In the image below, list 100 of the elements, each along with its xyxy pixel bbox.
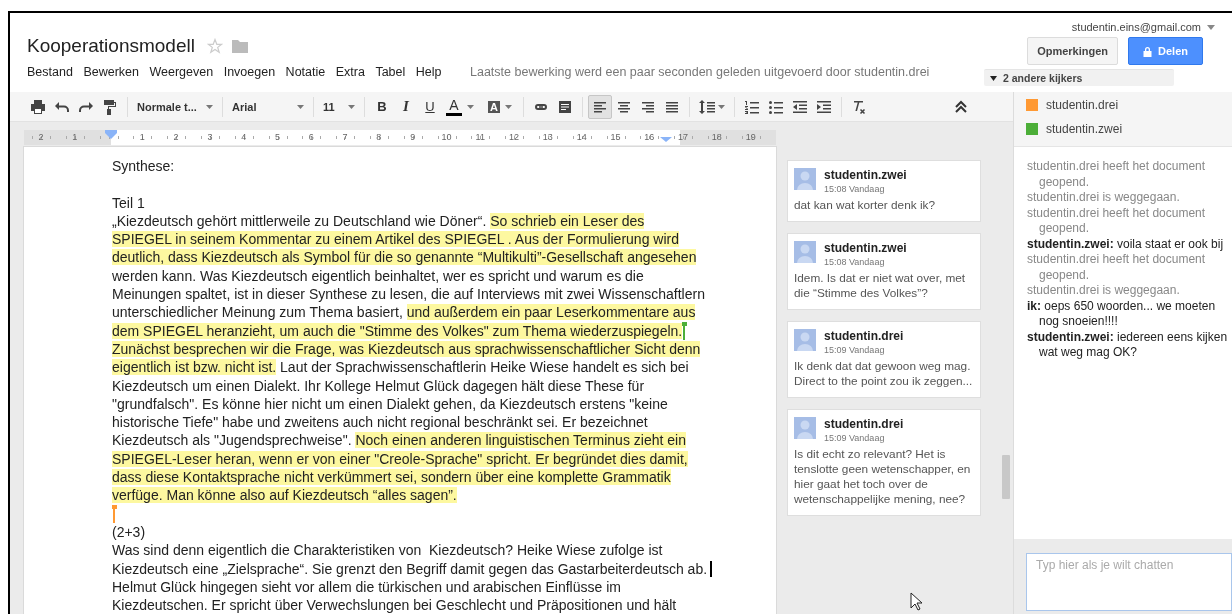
text-line: Kiezdeutsch als "Jugendsprechweise". Noch einen anderen linguistischen Terminus zieht ein — [112, 431, 686, 450]
text-line: unterschiedlicher Meinung zum Thema basiert, und außerdem ein paar Leserkommentare aus — [112, 303, 696, 322]
comment-card[interactable]: studentin.drei 15:09 Vandaag Is dit echt zo relevant? Het is tenslotte geen wetenschapper, en hier gaat het toch over de wetenschappelijke mening, nee? — [787, 409, 981, 516]
avatar-icon — [794, 241, 816, 263]
avatar-icon — [794, 329, 816, 351]
comment-time: 15:09 Vandaag — [824, 344, 886, 356]
mouse-pointer-icon — [910, 592, 922, 611]
bulleted-list-icon — [768, 98, 784, 115]
text-line: Helmut Glück hingegen sieht vor allem die türkischen und arabischen Einflüsse im — [112, 577, 621, 597]
ruler-number: 4 — [240, 132, 248, 142]
menu-item[interactable]: Tabel — [375, 65, 406, 79]
menu-item[interactable]: Invoegen — [223, 65, 276, 79]
star-icon[interactable] — [206, 38, 223, 54]
ruler-number: 7 — [341, 132, 349, 142]
text-line: Kiezdeutsch eine „Zielsprache“. Sie grenzt den Begriff damit gegen das Gastarbeiterdeutsch ab. — [112, 559, 708, 578]
ruler-number: 17 — [677, 132, 690, 142]
comment-author: studentin.zwei — [824, 168, 907, 183]
collapse-icon — [953, 98, 969, 115]
print-icon — [30, 98, 46, 115]
highlight-color-button[interactable]: A — [484, 94, 518, 119]
line-spacing-icon — [699, 98, 715, 115]
chat-input[interactable]: Typ hier als je wilt chatten — [1026, 553, 1232, 611]
caret-down-icon — [206, 104, 213, 109]
align-left-button[interactable] — [588, 94, 612, 119]
paint-roller-icon — [102, 98, 118, 115]
text-line: „Kiezdeutsch gehört mittlerweile zu Deutschland wie Döner“. So schrieb ein Leser des — [112, 211, 645, 231]
text-line: Kiezdeutschen. Er spricht über Verwechslungen bei Geschlecht und Präpositionen und hält — [112, 596, 677, 614]
caret-down-icon — [467, 104, 474, 109]
text-line: Was sind denn eigentlich die Charakteristiken von Kiezdeutsch? Heike Wiese zufolge ist — [112, 541, 663, 560]
ruler-number: 2 — [172, 132, 180, 142]
caret-down-icon[interactable] — [1207, 24, 1215, 30]
ruler-number: 9 — [409, 132, 417, 142]
comment-icon — [557, 98, 573, 115]
comment-card[interactable]: studentin.drei 15:09 Vandaag Ik denk dat dat gewoon weg mag. Direct to the point zou ik zeggen... — [787, 321, 981, 398]
last-edit-notice: Laatste bewerking werd een paar seconden geleden uitgevoerd door studentin.drei — [470, 65, 930, 79]
indent-marker-icon[interactable] — [105, 130, 117, 139]
menu-item[interactable]: Bestand — [27, 65, 73, 79]
scrollbar-thumb[interactable] — [1002, 455, 1010, 499]
text-line: historische Tiefe" habe und zweitens auch nicht regional beschränkt sei. Er bezeichnet — [112, 413, 648, 432]
menu-item[interactable]: Extra — [335, 65, 365, 79]
text-color-button[interactable]: A — [442, 94, 484, 119]
viewers-toggle[interactable]: 2 andere kijkers — [984, 69, 1174, 86]
ruler-number: 14 — [575, 132, 588, 142]
comment-author: studentin.drei — [824, 417, 904, 432]
font-dropdown[interactable]: Arial — [228, 94, 308, 119]
menu-item[interactable]: Weergeven — [149, 65, 214, 79]
chat-notice: studentin.drei is weggegaan. — [1027, 190, 1181, 206]
font-size-dropdown[interactable]: 11 — [319, 94, 359, 119]
comment-card[interactable]: studentin.zwei 15:08 Vandaag dat kan wat korter denk ik? — [787, 160, 981, 222]
menu-item[interactable]: Help — [415, 65, 442, 79]
ruler-number: 1 — [138, 132, 146, 142]
document-title[interactable]: Kooperationsmodell — [27, 35, 195, 57]
comment-text: Ik denk dat dat gewoon weg mag. Direct to the point zou ik zeggen... — [794, 359, 974, 389]
caret-down-icon — [718, 104, 725, 109]
text-line: eigentlich ist bzw. nicht ist. Laut der Sprachwissenschaftlerin Heike Wiese handelt es sich bei — [112, 358, 689, 377]
text-line: Teil 1 — [112, 193, 145, 212]
comment-time: 15:09 Vandaag — [824, 432, 886, 444]
lock-icon — [1143, 45, 1153, 57]
menu-item[interactable]: Bewerken — [83, 65, 139, 79]
comment-card[interactable]: studentin.zwei 15:08 Vandaag Idem. Is dat er niet wat over, met die “Stimme des Volkes”? — [787, 233, 981, 310]
comment-time: 15:08 Vandaag — [824, 183, 886, 195]
decrease-indent-icon — [792, 98, 808, 115]
ruler-number: 1 — [71, 132, 79, 142]
chat-message: ik: oeps 650 woorden... we moeten nog snoeien!!!! — [1027, 298, 1217, 330]
style-dropdown[interactable]: Normale t... — [133, 94, 217, 119]
menu-item[interactable]: Notatie — [285, 65, 326, 79]
comment-time: 15:08 Vandaag — [824, 256, 886, 268]
text-line: Synthese: — [112, 157, 175, 176]
underline-button[interactable]: U — [418, 94, 442, 119]
italic-button[interactable]: I — [394, 94, 418, 119]
ruler-number: 11 — [474, 132, 486, 142]
bold-button[interactable]: B — [370, 94, 394, 119]
chat-notice: studentin.drei heeft het document geopend. — [1027, 205, 1207, 237]
text-line: werden kann. Was Kiezdeutsch eigentlich beinhaltet, wer es spricht und warum es die — [112, 266, 644, 286]
text-caret — [710, 560, 713, 577]
ruler-number: 13 — [541, 132, 554, 142]
account-email[interactable]: studentin.eins@gmail.com — [1071, 21, 1201, 33]
ruler-number: 6 — [307, 132, 315, 142]
text-line: (2+3) — [112, 522, 146, 542]
comment-author: studentin.drei — [824, 329, 904, 344]
ruler-number: 10 — [440, 132, 453, 142]
ruler-number: 18 — [710, 132, 723, 142]
comments-button[interactable]: Opmerkingen — [1027, 37, 1119, 65]
comment-author: studentin.zwei — [824, 241, 907, 256]
clear-formatting-icon — [851, 98, 867, 115]
ruler-number: 12 — [508, 132, 521, 142]
ruler-number: 8 — [375, 132, 383, 142]
ruler-number: 3 — [206, 132, 214, 142]
comment-text: Is dit echt zo relevant? Het is tenslotte geen wetenschapper, en hier gaat het toch over de wetenschappelijke mening, nee? — [794, 447, 972, 507]
avatar-icon — [794, 417, 816, 439]
ruler[interactable]: 2 1 1 2 3 4 5 6 7 8 9 10 11 12 13 14 15 16 17 18 19 — [24, 130, 776, 145]
ruler-number: 2 — [37, 132, 45, 142]
comment-text: Idem. Is dat er niet wat over, met die “Stimme des Volkes”? — [794, 271, 967, 301]
viewer-name: studentin.zwei — [1046, 122, 1123, 136]
text-line: "grundfalsch". Es könne hier nicht um einen Dialekt gehen, da Kiezdeutsch erstens "keine — [112, 394, 668, 414]
caret-down-icon — [504, 104, 512, 109]
chat-message: studentin.zwei: iedereen eens kijken wat weg mag OK? — [1027, 329, 1229, 361]
viewer-name: studentin.drei — [1046, 98, 1119, 112]
numbered-list-icon — [744, 98, 760, 115]
increase-indent-icon — [816, 98, 832, 115]
